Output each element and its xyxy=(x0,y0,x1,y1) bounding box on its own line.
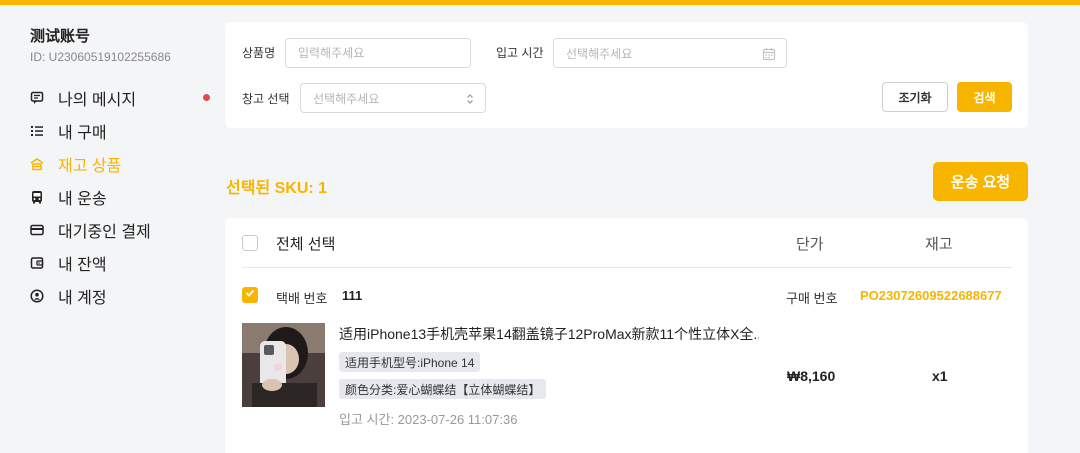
warehouse-label: 창고 선택 xyxy=(242,92,290,106)
header-divider xyxy=(242,267,1012,268)
sidebar: 测试账号 ID: U2306051910225568​6 나의 메시지 내 구매… xyxy=(0,5,225,453)
inventory-list: 전체 선택 단가 재고 택배 번호 111 구매 번호 PO2307260952… xyxy=(225,218,1028,453)
sidebar-item-messages[interactable]: 나의 메시지 xyxy=(30,87,210,109)
in-time-placeholder: 선택해주세요 xyxy=(566,46,633,61)
search-button[interactable]: 검색 xyxy=(957,82,1012,112)
list-icon xyxy=(30,124,44,138)
filter-panel: 상품명 입고 시간 선택해주세요 창고 선택 선택해주세요 조기화 검색 xyxy=(225,22,1028,128)
product-title[interactable]: 适用iPhone13手机壳苹果14翻盖镜子12ProMax新款11个性立体X全.… xyxy=(339,324,759,344)
po-label: 구매 번호 xyxy=(786,291,838,306)
sidebar-item-label: 내 구매 xyxy=(58,125,107,142)
sidebar-item-label: 내 잔액 xyxy=(58,257,107,274)
selected-sku-count: 선택된 SKU: 1 xyxy=(226,180,328,197)
sidebar-item-shipping[interactable]: 내 운송 xyxy=(30,186,210,208)
wallet-icon xyxy=(30,256,44,270)
spec-tag-model: 适用手机型号:iPhone 14 xyxy=(339,352,481,372)
in-time-value: 입고 시간: 2023-07-26 11:07:36 xyxy=(339,412,518,427)
select-all-label: 전체 선택 xyxy=(276,236,336,253)
warehouse-placeholder: 선택해주세요 xyxy=(313,91,380,106)
user-icon xyxy=(30,289,44,303)
message-icon xyxy=(30,91,44,105)
unread-dot xyxy=(203,94,210,101)
card-icon xyxy=(30,223,44,237)
select-all-checkbox[interactable] xyxy=(242,235,258,251)
product-name-label: 상품명 xyxy=(242,46,276,60)
spec-tag-color: 颜色分类:爱心蝴蝶结【立体蝴蝶结】 xyxy=(339,379,547,399)
reset-button[interactable]: 조기화 xyxy=(882,82,948,112)
item-checkbox[interactable] xyxy=(242,287,258,303)
stock-quantity: x1 xyxy=(932,368,948,384)
product-thumbnail[interactable] xyxy=(242,323,325,407)
product-name-input[interactable] xyxy=(285,38,471,68)
sidebar-item-label: 재고 상품 xyxy=(58,158,122,175)
po-number[interactable]: PO23072609522688677 xyxy=(860,288,1002,303)
warehouse-select[interactable]: 선택해주세요 xyxy=(300,83,486,113)
unit-price: ₩8,160 xyxy=(787,368,836,384)
in-time-label: 입고 시간 xyxy=(496,46,544,60)
calendar-icon xyxy=(762,47,776,64)
tracking-label: 택배 번호 xyxy=(276,291,328,306)
sidebar-item-label: 내 운송 xyxy=(58,191,107,208)
check-icon xyxy=(244,286,256,304)
sidebar-item-label: 대기중인 결제 xyxy=(58,224,151,241)
sidebar-item-pending-payment[interactable]: 대기중인 결제 xyxy=(30,219,210,241)
sidebar-item-balance[interactable]: 내 잔액 xyxy=(30,252,210,274)
account-name: 测试账号 xyxy=(30,28,91,45)
stock-column-header: 재고 xyxy=(925,236,953,253)
price-column-header: 단가 xyxy=(796,236,824,253)
sidebar-item-label: 내 계정 xyxy=(58,290,107,307)
warehouse-icon xyxy=(30,157,44,171)
sidebar-item-label: 나의 메시지 xyxy=(58,92,137,109)
updown-chevron-icon xyxy=(465,92,475,109)
sidebar-item-purchases[interactable]: 내 구매 xyxy=(30,120,210,142)
account-id: ID: U2306051910225568​6 xyxy=(30,50,171,64)
ship-request-button[interactable]: 운송 요청 xyxy=(933,162,1028,201)
in-time-picker[interactable]: 선택해주세요 xyxy=(553,38,787,68)
tracking-number: 111 xyxy=(342,288,363,303)
sidebar-item-account[interactable]: 내 계정 xyxy=(30,285,210,307)
bus-icon xyxy=(30,190,44,204)
sidebar-item-inventory[interactable]: 재고 상품 xyxy=(30,153,210,175)
